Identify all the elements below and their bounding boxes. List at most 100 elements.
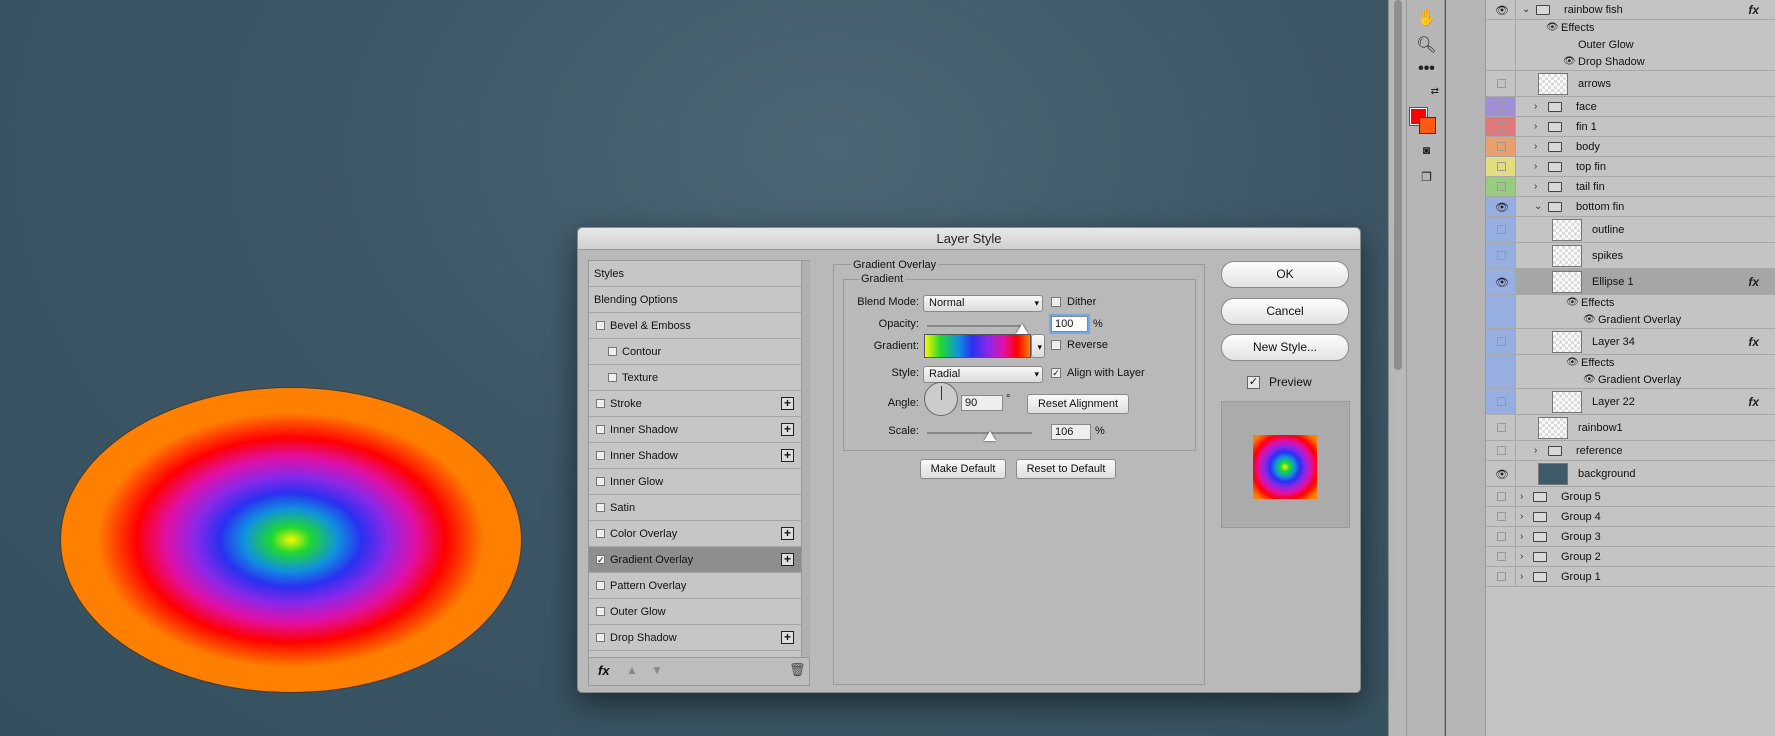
make-default-button[interactable]: Make Default [920,459,1006,479]
add-effect-icon[interactable]: + [781,397,794,410]
eye-icon[interactable]: 👁︎ [1495,4,1509,17]
visibility-cell[interactable] [1486,527,1516,546]
screen-mode-icon[interactable]: ❐ [1407,170,1446,184]
angle-dial[interactable] [924,382,958,416]
layer-row[interactable]: Layer 34 fx [1486,329,1775,355]
preview-checkbox[interactable]: ✓ [1247,376,1260,389]
layer-group-row[interactable]: › reference [1486,441,1775,461]
eye-icon[interactable]: 👁︎ [1495,276,1509,289]
visibility-cell[interactable] [1486,157,1516,176]
chevron-right-icon[interactable]: › [1534,121,1537,132]
chevron-right-icon[interactable]: › [1520,491,1523,502]
chevron-right-icon[interactable]: › [1534,161,1537,172]
style-item[interactable]: Satin [589,495,801,521]
visibility-cell[interactable] [1486,243,1516,268]
add-effect-icon[interactable]: + [781,631,794,644]
layer-name[interactable]: Outer Glow [1578,39,1634,51]
layer-group-row[interactable]: › tail fin [1486,177,1775,197]
layer-group-row[interactable]: › face [1486,97,1775,117]
gradient-swatch[interactable] [924,334,1031,358]
add-effect-icon[interactable]: + [781,423,794,436]
background-color-swatch[interactable] [1419,117,1436,134]
layer-name[interactable]: Ellipse 1 [1592,276,1634,288]
visibility-toggle[interactable] [1497,142,1506,151]
visibility-toggle[interactable] [1497,512,1506,521]
layer-effect-row[interactable]: 👁︎ Effects [1486,355,1775,372]
visibility-cell[interactable] [1486,507,1516,526]
visibility-toggle[interactable] [1497,397,1506,406]
style-item[interactable]: Blending Options [589,287,801,313]
style-checkbox[interactable] [596,425,605,434]
chevron-right-icon[interactable]: › [1520,531,1523,542]
reset-to-default-button[interactable]: Reset to Default [1016,459,1116,479]
visibility-toggle[interactable] [1497,162,1506,171]
layer-name[interactable]: Group 4 [1561,511,1601,523]
layer-group-row[interactable]: › Group 1 [1486,567,1775,587]
layer-row[interactable]: outline [1486,217,1775,243]
style-item[interactable]: Outer Glow [589,599,801,625]
eye-icon[interactable]: 👁︎ [1583,374,1596,385]
chevron-right-icon[interactable]: › [1520,571,1523,582]
visibility-cell[interactable] [1486,567,1516,586]
layer-name[interactable]: Drop Shadow [1578,56,1645,68]
style-select[interactable]: Radial ▾ [923,366,1043,383]
swap-colors-icon[interactable]: ⇄ [1415,86,1439,97]
visibility-cell[interactable] [1486,415,1516,440]
fx-icon[interactable]: fx [1748,395,1759,409]
style-item[interactable]: Inner Shadow + [589,443,801,469]
new-style-button[interactable]: New Style... [1221,334,1349,361]
eye-icon[interactable]: 👁︎ [1583,314,1596,325]
zoom-icon[interactable]: 🔍︎ [1407,35,1446,55]
visibility-toggle[interactable] [1497,122,1506,131]
dither-checkbox[interactable] [1051,297,1061,307]
visibility-cell[interactable] [1486,372,1516,388]
layer-name[interactable]: Effects [1581,297,1614,309]
style-checkbox[interactable] [596,321,605,330]
visibility-cell[interactable] [1486,117,1516,136]
layer-row[interactable]: rainbow1 [1486,415,1775,441]
visibility-toggle[interactable] [1497,423,1506,432]
chevron-right-icon[interactable]: › [1534,181,1537,192]
opacity-slider-knob[interactable] [1016,324,1028,334]
style-item[interactable]: Contour [589,339,801,365]
visibility-toggle[interactable] [1497,532,1506,541]
chevron-down-icon[interactable]: ⌄ [1522,4,1530,15]
canvas-scrollbar[interactable] [1388,0,1406,736]
layer-effect-row[interactable]: Outer Glow [1486,37,1775,54]
add-effect-icon[interactable]: + [781,527,794,540]
align-with-layer-checkbox[interactable]: ✓ [1051,368,1061,378]
eye-icon[interactable]: 👁︎ [1546,22,1559,33]
style-checkbox[interactable] [596,529,605,538]
fx-icon[interactable]: fx [1748,3,1759,17]
visibility-cell[interactable] [1486,389,1516,414]
style-checkbox[interactable]: ✓ [596,555,605,565]
visibility-cell[interactable]: 👁︎ [1486,461,1516,486]
ellipse-shape[interactable] [61,388,521,692]
quick-mask-icon[interactable]: ◙ [1407,143,1446,157]
layer-name[interactable]: Group 3 [1561,531,1601,543]
visibility-toggle[interactable] [1497,446,1506,455]
layer-effect-row[interactable]: 👁︎ Gradient Overlay [1486,312,1775,329]
reset-alignment-button[interactable]: Reset Alignment [1027,394,1129,414]
hand-icon[interactable]: ✋ [1407,8,1446,28]
arrow-up-icon[interactable]: ▲ [626,663,638,677]
layer-name[interactable]: reference [1576,445,1622,457]
trash-icon[interactable]: 🗑︎ [789,662,806,678]
layer-name[interactable]: rainbow fish [1564,4,1623,16]
layer-effect-row[interactable]: 👁︎ Gradient Overlay [1486,372,1775,389]
visibility-toggle[interactable] [1497,492,1506,501]
layer-name[interactable]: Group 2 [1561,551,1601,563]
visibility-toggle[interactable] [1497,251,1506,260]
layer-group-row[interactable]: › Group 3 [1486,527,1775,547]
layer-group-row[interactable]: › Group 2 [1486,547,1775,567]
layer-name[interactable]: tail fin [1576,181,1605,193]
visibility-cell[interactable] [1486,37,1516,54]
visibility-cell[interactable] [1486,312,1516,328]
layer-name[interactable]: spikes [1592,250,1623,262]
layer-row[interactable]: 👁︎ Ellipse 1 fx [1486,269,1775,295]
layer-name[interactable]: fin 1 [1576,121,1597,133]
style-checkbox[interactable] [596,451,605,460]
layer-group-row[interactable]: 👁︎ ⌄ bottom fin [1486,197,1775,217]
layer-name[interactable]: Layer 34 [1592,336,1635,348]
layer-row[interactable]: arrows [1486,71,1775,97]
